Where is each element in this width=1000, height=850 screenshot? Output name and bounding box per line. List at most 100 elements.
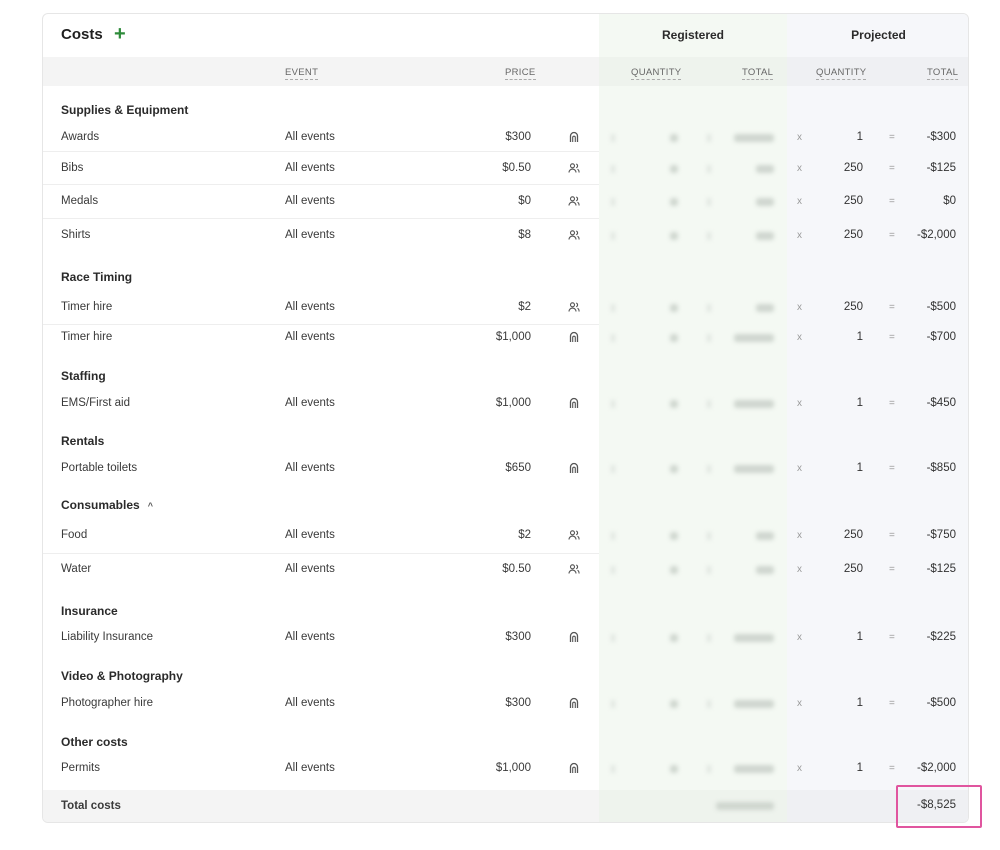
cost-item-name[interactable]: Liability Insurance xyxy=(61,631,153,643)
projected-quantity[interactable]: 250 xyxy=(844,229,863,241)
registered-mult-blurred xyxy=(611,134,615,142)
projected-quantity[interactable]: 250 xyxy=(844,301,863,313)
registered-eq-blurred xyxy=(707,532,711,540)
flat-fee-icon[interactable] xyxy=(568,462,582,476)
flat-fee-icon[interactable] xyxy=(568,397,582,411)
projected-quantity[interactable]: 250 xyxy=(844,195,863,207)
cost-item-name[interactable]: Bibs xyxy=(61,162,83,174)
per-person-icon[interactable] xyxy=(568,563,582,577)
per-person-icon[interactable] xyxy=(568,529,582,543)
total-bar xyxy=(43,790,968,822)
projected-quantity[interactable]: 1 xyxy=(857,697,863,709)
cost-item-event[interactable]: All events xyxy=(285,762,335,774)
registered-quantity-blurred xyxy=(670,532,678,540)
flat-fee-icon[interactable] xyxy=(568,697,582,711)
column-header-proj-total[interactable]: TOTAL xyxy=(927,67,959,80)
section-consumables: Consumables ^ xyxy=(61,498,153,512)
registered-eq-blurred xyxy=(707,400,711,408)
cost-item-name[interactable]: Timer hire xyxy=(61,331,112,343)
registered-total-blurred xyxy=(734,634,774,642)
column-header-reg-total[interactable]: TOTAL xyxy=(742,67,774,80)
flat-fee-icon[interactable] xyxy=(568,131,582,145)
cost-item-price[interactable]: $650 xyxy=(505,462,531,474)
cost-item-name[interactable]: Water xyxy=(61,563,91,575)
projected-total: -$2,000 xyxy=(916,229,956,241)
projected-quantity[interactable]: 250 xyxy=(844,162,863,174)
cost-item-name[interactable]: Photographer hire xyxy=(61,697,153,709)
cost-item-event[interactable]: All events xyxy=(285,529,335,541)
column-header-reg-quantity[interactable]: QUANTITY xyxy=(631,67,682,80)
cost-item-price[interactable]: $8 xyxy=(518,229,531,241)
projected-quantity[interactable]: 1 xyxy=(857,762,863,774)
column-header-price[interactable]: PRICE xyxy=(505,67,536,80)
collapse-chevron-icon[interactable]: ^ xyxy=(148,501,153,511)
cost-item-price[interactable]: $0.50 xyxy=(502,563,531,575)
cost-item-event[interactable]: All events xyxy=(285,195,335,207)
cost-item-price[interactable]: $2 xyxy=(518,529,531,541)
add-cost-button[interactable]: + xyxy=(114,22,126,46)
cost-item-event[interactable]: All events xyxy=(285,563,335,575)
registered-total-blurred xyxy=(734,334,774,342)
section-title: Staffing xyxy=(61,369,106,383)
total-costs-label: Total costs xyxy=(61,800,121,812)
projected-quantity[interactable]: 1 xyxy=(857,331,863,343)
cost-item-name[interactable]: Shirts xyxy=(61,229,90,241)
section-title: Supplies & Equipment xyxy=(61,103,189,117)
per-person-icon[interactable] xyxy=(568,162,582,176)
cost-item-name[interactable]: Portable toilets xyxy=(61,462,137,474)
registered-eq-blurred xyxy=(707,165,711,173)
cost-item-price[interactable]: $300 xyxy=(505,131,531,143)
cost-item-price[interactable]: $1,000 xyxy=(496,397,531,409)
cost-item-name[interactable]: Timer hire xyxy=(61,301,112,313)
cost-item-event[interactable]: All events xyxy=(285,397,335,409)
registered-quantity-blurred xyxy=(670,465,678,473)
flat-fee-icon[interactable] xyxy=(568,762,582,776)
cost-item-name[interactable]: Food xyxy=(61,529,87,541)
projected-total: -$125 xyxy=(926,162,956,174)
cost-item-price[interactable]: $1,000 xyxy=(496,331,531,343)
projected-quantity[interactable]: 1 xyxy=(857,462,863,474)
cost-item-price[interactable]: $0 xyxy=(518,195,531,207)
cost-item-event[interactable]: All events xyxy=(285,462,335,474)
section-title: Insurance xyxy=(61,604,118,618)
multiply-sign: x xyxy=(797,196,802,207)
grand-total-highlight xyxy=(896,785,982,828)
per-person-icon[interactable] xyxy=(568,301,582,315)
cost-item-event[interactable]: All events xyxy=(285,131,335,143)
cost-item-price[interactable]: $0.50 xyxy=(502,162,531,174)
registered-eq-blurred xyxy=(707,465,711,473)
projected-quantity[interactable]: 1 xyxy=(857,397,863,409)
cost-item-event[interactable]: All events xyxy=(285,229,335,241)
cost-item-name[interactable]: Awards xyxy=(61,131,99,143)
column-header-proj-quantity[interactable]: QUANTITY xyxy=(816,67,867,80)
projected-total: -$500 xyxy=(926,697,956,709)
per-person-icon[interactable] xyxy=(568,195,582,209)
flat-fee-icon[interactable] xyxy=(568,631,582,645)
projected-quantity[interactable]: 1 xyxy=(857,131,863,143)
cost-item-event[interactable]: All events xyxy=(285,301,335,313)
cost-item-event[interactable]: All events xyxy=(285,697,335,709)
cost-item-price[interactable]: $2 xyxy=(518,301,531,313)
projected-quantity[interactable]: 1 xyxy=(857,631,863,643)
projected-quantity[interactable]: 250 xyxy=(844,563,863,575)
section-title: Rentals xyxy=(61,434,105,448)
per-person-icon[interactable] xyxy=(568,229,582,243)
cost-item-price[interactable]: $300 xyxy=(505,697,531,709)
equals-sign: = xyxy=(889,463,895,474)
cost-item-price[interactable]: $300 xyxy=(505,631,531,643)
cost-item-event[interactable]: All events xyxy=(285,162,335,174)
column-header-event[interactable]: EVENT xyxy=(285,67,319,80)
projected-quantity[interactable]: 250 xyxy=(844,529,863,541)
multiply-sign: x xyxy=(797,530,802,541)
multiply-sign: x xyxy=(797,564,802,575)
cost-item-name[interactable]: Medals xyxy=(61,195,98,207)
cost-item-name[interactable]: Permits xyxy=(61,762,100,774)
flat-fee-icon[interactable] xyxy=(568,331,582,345)
cost-item-name[interactable]: EMS/First aid xyxy=(61,397,130,409)
multiply-sign: x xyxy=(797,302,802,313)
equals-sign: = xyxy=(889,398,895,409)
cost-item-event[interactable]: All events xyxy=(285,631,335,643)
cost-item-event[interactable]: All events xyxy=(285,331,335,343)
cost-item-price[interactable]: $1,000 xyxy=(496,762,531,774)
registered-group-label: Registered xyxy=(661,28,725,42)
